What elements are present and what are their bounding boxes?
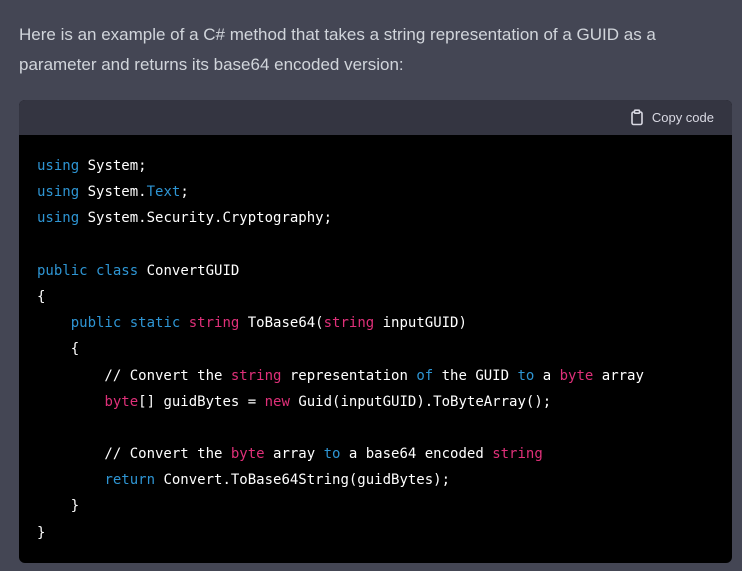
code-line: byte[] guidBytes = new Guid(inputGUID).T… — [37, 389, 732, 415]
code-token-type: string — [492, 446, 543, 463]
code-line: using System.Text; — [37, 179, 732, 205]
assistant-message-text: Here is an example of a C# method that t… — [19, 25, 656, 74]
code-token-keyword: to — [517, 367, 535, 384]
code-token-plain: a base64 encoded — [340, 446, 493, 463]
code-token-plain: // Convert the — [37, 367, 231, 384]
code-token-type: string — [230, 367, 282, 384]
code-token-type: string — [323, 315, 375, 332]
code-token-plain: inputGUID) — [374, 315, 467, 332]
code-token-plain: ToBase64( — [239, 315, 324, 332]
code-token-plain: a — [534, 367, 560, 384]
code-token-type: new — [264, 393, 290, 410]
code-token-plain: [] guidBytes = — [138, 393, 265, 410]
code-line: using System; — [37, 153, 732, 179]
code-token-plain: // Convert the — [37, 446, 231, 463]
code-token-keyword: Text — [146, 184, 181, 201]
code-token-plain: System; — [79, 158, 147, 174]
code-line: public static string ToBase64(string inp… — [37, 310, 732, 336]
code-line: } — [37, 520, 732, 546]
code-token-type: byte — [559, 367, 594, 384]
code-token-keyword: using — [37, 210, 80, 227]
code-token-type: string — [188, 315, 240, 332]
code-token-keyword: using — [37, 158, 80, 174]
code-token-plain: array — [264, 446, 324, 463]
code-token-plain: Convert.ToBase64String(guidBytes); — [155, 472, 451, 489]
code-token-plain: System.Security.Cryptography; — [79, 210, 333, 227]
code-token-plain: array — [593, 367, 644, 384]
code-token-type: byte — [104, 393, 139, 410]
code-line: // Convert the string representation of … — [37, 363, 732, 389]
code-token-plain: { — [37, 288, 46, 305]
code-line: } — [37, 493, 732, 519]
code-token-plain: ; — [180, 184, 189, 201]
code-token-keyword: using — [37, 184, 80, 201]
code-line: { — [37, 336, 732, 362]
code-token-keyword: public — [37, 262, 88, 279]
code-token-plain: } — [37, 524, 46, 541]
code-line: using System.Security.Cryptography; — [37, 205, 732, 231]
code-token-type: byte — [230, 446, 265, 463]
code-token-keyword: public — [70, 315, 122, 332]
code-token-plain: the GUID — [433, 367, 518, 384]
code-token-keyword: static — [129, 315, 181, 332]
clipboard-icon — [629, 109, 645, 126]
code-line: { — [37, 284, 732, 310]
code-line: // Convert the byte array to a base64 en… — [37, 441, 732, 467]
code-token-keyword: to — [323, 446, 341, 463]
code-line: public class ConvertGUID — [37, 258, 732, 284]
code-token-keyword: of — [416, 367, 434, 384]
code-token-plain: Guid(inputGUID).ToByteArray(); — [289, 393, 552, 410]
copy-code-button[interactable]: Copy code — [629, 109, 714, 126]
code-token-plain: } — [37, 498, 80, 515]
code-token-plain: representation — [281, 367, 417, 384]
code-line: return Convert.ToBase64String(guidBytes)… — [37, 467, 732, 493]
copy-code-label: Copy code — [651, 110, 714, 125]
code-token-keyword: return — [104, 472, 156, 489]
code-content: using System; using System.Text; using Sys… — [19, 135, 732, 546]
code-token-keyword: class — [96, 262, 139, 279]
code-block: Copy code using System; using System.Text… — [19, 100, 732, 563]
code-token-plain: ConvertGUID — [138, 262, 240, 279]
code-token-plain: System. — [79, 184, 147, 201]
code-block-header: Copy code — [19, 100, 732, 135]
code-token-plain: { — [37, 341, 80, 358]
